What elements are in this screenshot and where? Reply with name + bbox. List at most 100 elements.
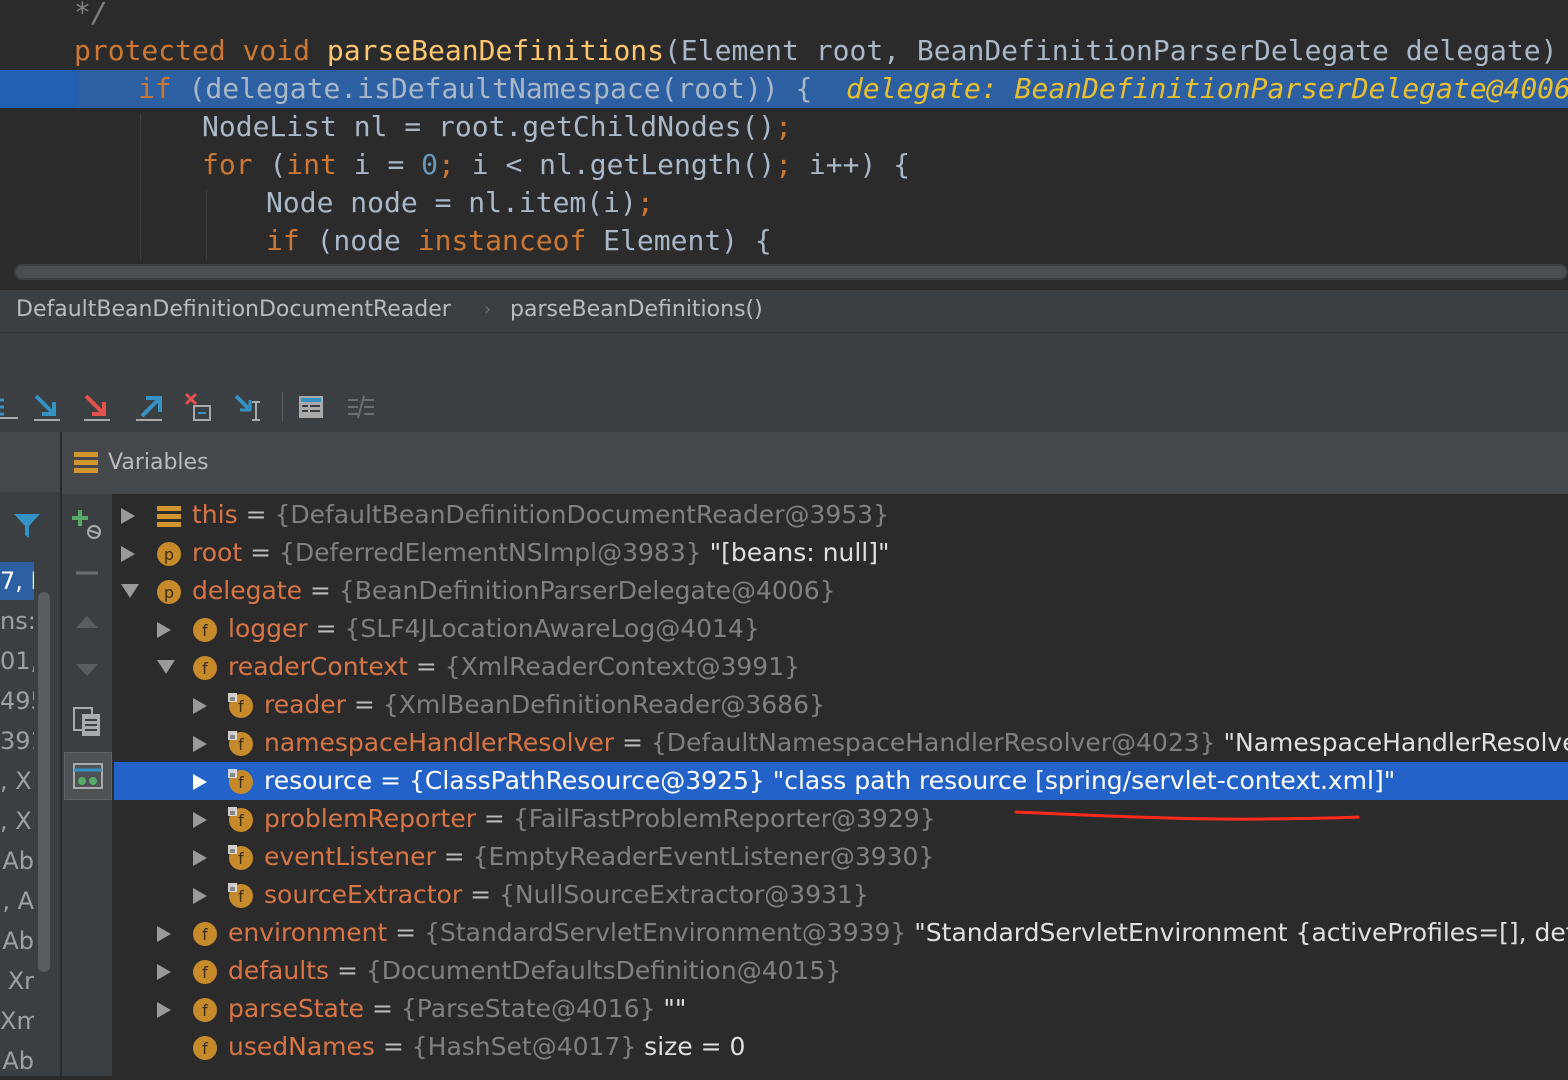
svg-text:f: f [238,811,244,830]
variable-name: problemReporter [264,804,476,833]
editor-horizontal-scrollbar[interactable] [14,264,1568,280]
step-into-icon[interactable] [30,390,64,424]
force-step-into-icon[interactable] [80,390,114,424]
expand-arrow-icon[interactable] [120,496,140,534]
scrollbar-thumb[interactable] [38,592,50,972]
frame-item[interactable]: , Xr [0,762,34,800]
variable-row-resource[interactable]: f resource = {ClassPathResource@3925} "cl… [114,762,1568,800]
expand-arrow-icon[interactable] [156,610,176,648]
variable-string-value: "class path resource [spring/servlet-con… [764,766,1396,795]
frame-item[interactable]: Xr [0,962,34,1000]
expand-arrow-icon[interactable] [192,876,212,914]
variable-row-reader-context[interactable]: f readerContext = {XmlReaderContext@3991} [114,648,1568,686]
code-token: */ [74,0,108,29]
code-line[interactable]: protected void parseBeanDefinitions(Elem… [0,32,1568,70]
variable-reference: {DefaultBeanDefinitionDocumentReader@395… [274,500,889,529]
code-token: NodeList nl = root.getChildNodes() [202,110,776,143]
frame-item[interactable]: Ab [0,922,34,960]
frames-scrollbar[interactable] [34,582,54,1076]
frames-header [0,432,60,492]
frame-item[interactable]: , A [0,882,34,920]
evaluate-expression-icon[interactable] [294,390,328,424]
trace-stream-icon[interactable] [344,390,378,424]
frame-item[interactable]: 391 [0,722,34,760]
collapse-arrow-icon[interactable] [120,572,140,610]
equals-sign: = [307,614,345,643]
code-line[interactable]: NodeList nl = root.getChildNodes(); [0,108,1568,146]
code-line[interactable]: Node node = nl.item(i); [0,184,1568,222]
frame-item[interactable]: 01, [0,642,34,680]
variable-row-delegate[interactable]: p delegate = {BeanDefinitionParserDelegat… [114,572,1568,610]
code-token: if [138,72,189,105]
code-token: (Element root, BeanDefinitionParserDeleg… [664,34,1568,67]
variable-row-used-names[interactable]: f usedNames = {HashSet@4017} size = 0 [114,1028,1568,1066]
variable-row-event-listener[interactable]: f eventListener = {EmptyReaderEventListen… [114,838,1568,876]
expand-arrow-icon[interactable] [192,762,212,800]
variable-name: namespaceHandlerResolver [264,728,615,757]
expand-arrow-icon[interactable] [120,534,140,572]
variable-row-logger[interactable]: f logger = {SLF4JLocationAwareLog@4014} [114,610,1568,648]
code-line[interactable]: */ [0,0,1568,32]
field-icon: f [192,996,218,1022]
final-field-icon: f [228,730,254,756]
variables-side-toolbar [62,494,113,1076]
equals-sign: = [329,956,366,985]
breadcrumb-class[interactable]: DefaultBeanDefinitionDocumentReader [16,290,451,330]
variable-reference: {BeanDefinitionParserDelegate@4006} [338,576,836,605]
variable-row-parse-state[interactable]: f parseState = {ParseState@4016} "" [114,990,1568,1028]
frame-item[interactable]: Ab [0,1042,34,1080]
code-line[interactable]: if (node instanceof Element) { [0,222,1568,260]
drop-frame-icon[interactable] [182,390,216,424]
expand-arrow-icon[interactable] [156,952,176,990]
expand-arrow-icon[interactable] [192,800,212,838]
variable-name: reader [264,690,346,719]
variable-string-value: "" [655,994,687,1023]
frame-item[interactable]: , Xr [0,802,34,840]
step-over-icon[interactable] [0,390,20,424]
collapse-arrow-icon[interactable] [156,648,176,686]
breadcrumb-method[interactable]: parseBeanDefinitions() [510,290,763,330]
run-to-cursor-icon[interactable] [232,390,266,424]
frame-item[interactable]: 495 [0,682,34,720]
field-icon: f [192,920,218,946]
expand-arrow-icon[interactable] [192,838,212,876]
frame-item[interactable]: Ab [0,842,34,880]
variable-row-this[interactable]: this = {DefaultBeanDefinitionDocumentRea… [114,496,1568,534]
variable-reference: {XmlBeanDefinitionReader@3686} [382,690,825,719]
variable-name: resource [264,766,373,795]
move-down-icon[interactable] [70,652,104,686]
copy-icon[interactable] [70,704,104,738]
frame-item[interactable]: ns:1 [0,602,34,640]
variable-row-environment[interactable]: f environment = {StandardServletEnvironme… [114,914,1568,952]
variable-row-namespace-handler-resolver[interactable]: f namespaceHandlerResolver = {DefaultName… [114,724,1568,762]
expand-arrow-icon[interactable] [192,686,212,724]
variables-tree[interactable]: this = {DefaultBeanDefinitionDocumentRea… [114,494,1568,1076]
scrollbar-thumb[interactable] [16,266,1566,278]
move-up-icon[interactable] [70,604,104,638]
variable-row-root[interactable]: p root = {DeferredElementNSImpl@3983} "[b… [114,534,1568,572]
watches-toggle-icon[interactable] [64,752,112,800]
parameter-icon: p [156,540,182,566]
new-watch-icon[interactable] [70,506,104,540]
variable-text: this = {DefaultBeanDefinitionDocumentRea… [192,496,889,534]
remove-watch-icon[interactable] [70,556,104,590]
expand-arrow-icon[interactable] [156,990,176,1028]
variable-row-reader[interactable]: f reader = {XmlBeanDefinitionReader@3686} [114,686,1568,724]
variable-text: parseState = {ParseState@4016} "" [228,990,686,1028]
current-execution-line[interactable]: if (delegate.isDefaultNamespace(root)) {… [0,70,1568,108]
code-token: i = [353,148,422,181]
frame-item[interactable]: Xm [0,1002,34,1040]
code-text: NodeList nl = root.getChildNodes(); [202,110,792,143]
code-editor[interactable]: */ protected void parseBeanDefinitions(El… [0,0,1568,290]
expand-arrow-icon[interactable] [156,914,176,952]
frame-item[interactable]: 7, D [0,562,34,600]
svg-text:f: f [202,1001,208,1020]
expand-arrow-icon[interactable] [192,724,212,762]
code-token: delegate: BeanDefinitionParserDelegate@4… [846,72,1568,105]
step-out-icon[interactable] [132,390,166,424]
variable-row-defaults[interactable]: f defaults = {DocumentDefaultsDefinition@… [114,952,1568,990]
filter-icon[interactable] [10,508,44,542]
equals-sign: = [372,766,409,795]
code-line[interactable]: for (int i = 0; i < nl.getLength(); i++)… [0,146,1568,184]
variable-row-source-extractor[interactable]: f sourceExtractor = {NullSourceExtractor@… [114,876,1568,914]
